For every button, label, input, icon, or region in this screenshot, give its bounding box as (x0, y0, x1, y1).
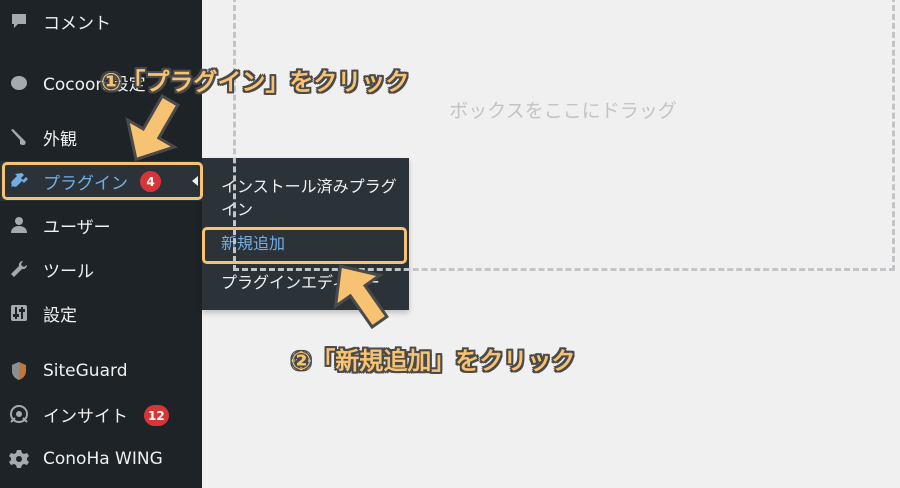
step2-annotation: ②「新規追加」をクリック (291, 347, 576, 375)
sidebar-item-label: 外観 (43, 129, 77, 150)
sidebar-item-label: コメント (43, 13, 111, 34)
user-icon (8, 214, 30, 236)
arrow-to-add-new-icon (333, 264, 389, 330)
sidebar-item-comments[interactable]: コメント (0, 1, 202, 41)
cocoon-icon (8, 71, 30, 93)
sidebar-item-settings[interactable]: 設定 (0, 293, 202, 333)
step1-annotation: ①「プラグイン」をクリック (101, 68, 410, 96)
siteguard-icon (8, 360, 30, 382)
wrench-icon (8, 258, 30, 280)
insight-badge: 12 (144, 405, 169, 426)
sidebar-item-conoha-wing[interactable]: ConoHa WING (0, 439, 202, 479)
plugins-highlight-box (2, 162, 203, 200)
comment-icon (8, 10, 30, 32)
arrow-to-plugins-icon (125, 94, 180, 162)
settings-icon (8, 302, 30, 324)
gear-icon (8, 448, 30, 470)
sidebar-item-label: 設定 (43, 305, 77, 326)
sidebar-item-label: ConoHa WING (43, 449, 163, 469)
sidebar-item-label: ツール (43, 261, 94, 282)
sidebar-item-label: インサイト (43, 406, 128, 427)
paintbrush-icon (8, 126, 30, 148)
sidebar-item-label: ユーザー (43, 217, 111, 238)
sidebar-item-tools[interactable]: ツール (0, 249, 202, 289)
sidebar-item-label: SiteGuard (43, 361, 128, 381)
insight-icon (8, 403, 30, 425)
sidebar-item-users[interactable]: ユーザー (0, 205, 202, 245)
sidebar-item-siteguard[interactable]: SiteGuard (0, 351, 202, 391)
drop-zone-text: ボックスをここにドラッグ (449, 100, 677, 122)
sidebar-item-insights[interactable]: インサイト 12 (0, 394, 202, 434)
